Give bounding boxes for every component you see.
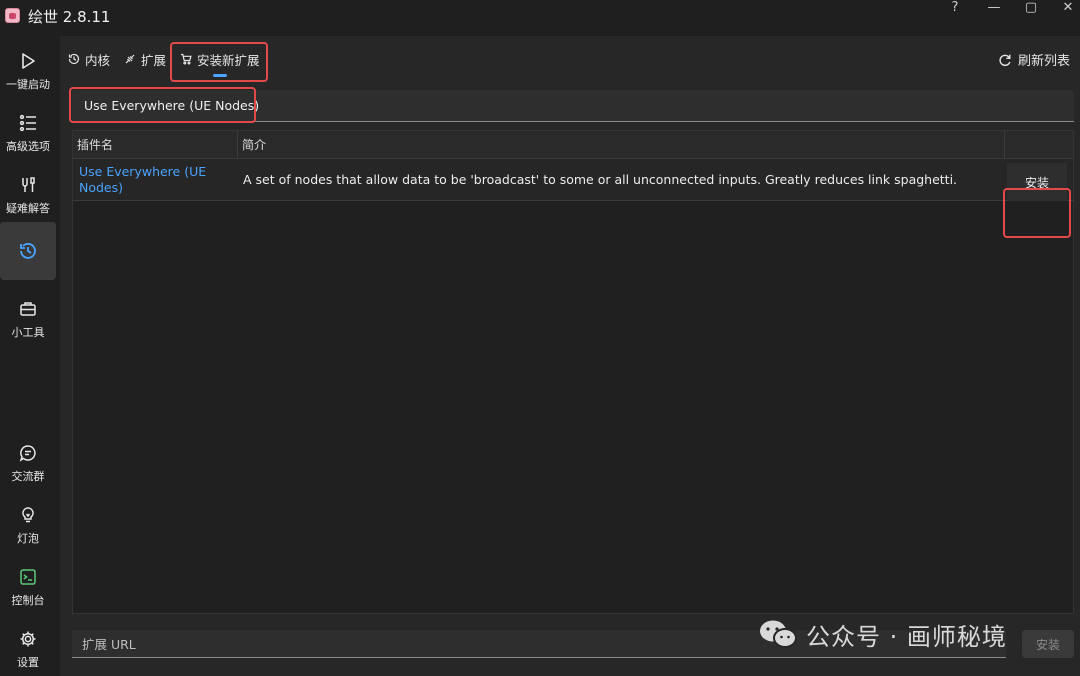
close-button[interactable]: ✕ <box>1050 0 1080 16</box>
column-header-name: 插件名 <box>77 138 114 152</box>
main-panel: 内核 扩展 安装新扩展 刷新列表 Use Everywhere (UE Node… <box>60 36 1080 676</box>
refresh-label: 刷新列表 <box>1017 54 1070 69</box>
help-button[interactable]: ? <box>937 0 973 16</box>
maximize-button[interactable]: ▢ <box>1013 0 1049 16</box>
extensions-table: 插件名 简介 Use Everywhere (UE Nodes) A set o… <box>72 130 1074 614</box>
highlight-box-install <box>1003 188 1071 238</box>
column-header-description: 简介 <box>242 138 267 152</box>
sidebar-item-settings[interactable]: 设置 <box>0 622 56 676</box>
app-logo-icon <box>5 8 20 23</box>
sidebar-item-label: 小工具 <box>11 326 45 339</box>
sidebar-item-tools[interactable]: 小工具 <box>0 292 56 352</box>
tab-core[interactable]: 内核 <box>68 48 110 70</box>
sidebar-item-label: 灯泡 <box>17 532 39 545</box>
extension-name-link[interactable]: Use Everywhere (UE Nodes) <box>79 164 229 196</box>
highlight-box-tab <box>170 42 268 82</box>
extension-description: A set of nodes that allow data to be 'br… <box>243 172 958 187</box>
table-header: 插件名 简介 <box>73 131 1073 159</box>
refresh-icon <box>999 54 1011 66</box>
sidebar-item-label: 一键启动 <box>6 78 50 91</box>
chat-icon <box>17 442 39 464</box>
sidebar-item-troubleshoot[interactable]: 疑难解答 <box>0 168 56 228</box>
table-row: Use Everywhere (UE Nodes) A set of nodes… <box>73 159 1073 201</box>
tab-bar: 内核 扩展 安装新扩展 刷新列表 <box>60 36 1080 82</box>
terminal-icon <box>17 566 39 588</box>
sidebar-item-label: 设置 <box>17 656 39 669</box>
refresh-list-button[interactable]: 刷新列表 <box>998 50 1070 69</box>
tab-extensions[interactable]: 扩展 <box>124 48 166 70</box>
sidebar-item-advanced[interactable]: 高级选项 <box>0 106 56 166</box>
tab-label: 扩展 <box>141 52 167 68</box>
sidebar-item-label: 高级选项 <box>6 140 50 153</box>
list-icon <box>17 112 39 134</box>
sidebar-item-community[interactable]: 交流群 <box>0 436 56 496</box>
minimize-button[interactable]: — <box>976 0 1012 16</box>
gear-icon <box>17 628 39 650</box>
sidebar: 一键启动 高级选项 疑难解答 小工具 交流群 灯泡 控制台 设置 <box>0 32 58 676</box>
plug-icon <box>125 54 135 64</box>
tools-icon <box>17 174 39 196</box>
history-icon <box>68 53 80 65</box>
sidebar-item-launch[interactable]: 一键启动 <box>0 44 56 104</box>
play-icon <box>17 50 39 72</box>
sidebar-item-label: 交流群 <box>11 470 45 483</box>
install-url-button[interactable]: 安装 <box>1022 630 1074 658</box>
sidebar-item-extensions[interactable] <box>0 222 56 280</box>
bulb-icon <box>17 504 39 526</box>
app-title: 绘世 2.8.11 <box>28 8 111 26</box>
tab-label: 内核 <box>85 52 111 68</box>
title-bar: 绘世 2.8.11 ? — ▢ ✕ <box>0 0 1080 32</box>
sidebar-item-bulb[interactable]: 灯泡 <box>0 498 56 558</box>
watermark-text: 公众号 · 画师秘境 <box>806 622 1007 651</box>
wechat-icon <box>760 620 797 648</box>
highlight-box-search <box>69 87 256 123</box>
watermark: 公众号 · 画师秘境 <box>758 616 1007 652</box>
sidebar-item-label: 控制台 <box>11 594 45 607</box>
sidebar-item-console[interactable]: 控制台 <box>0 560 56 620</box>
history-icon <box>17 240 39 262</box>
url-placeholder: 扩展 URL <box>82 637 136 652</box>
sidebar-item-label: 疑难解答 <box>6 202 50 215</box>
toolbox-icon <box>17 298 39 320</box>
